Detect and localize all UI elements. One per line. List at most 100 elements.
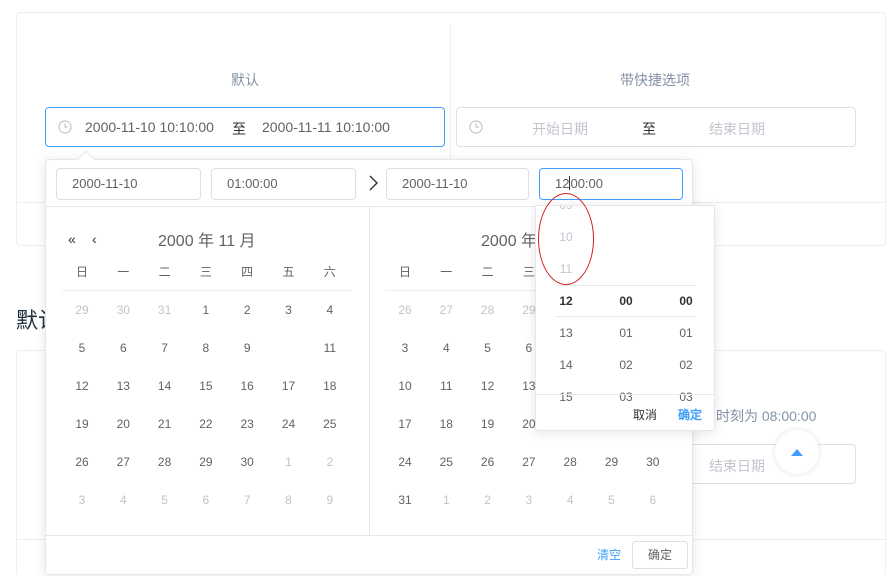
spinner-item[interactable]: 03: [596, 390, 656, 404]
calendar-day[interactable]: 14: [145, 374, 185, 398]
calendar-day[interactable]: 16: [227, 374, 267, 398]
range-start-value[interactable]: 2000-11-10 10:10:00: [85, 119, 214, 135]
calendar-day[interactable]: 29: [186, 450, 226, 474]
confirm-button[interactable]: 确定: [632, 541, 688, 569]
calendar-day[interactable]: 10: [269, 336, 309, 360]
calendar-day[interactable]: 11: [426, 374, 466, 398]
calendar-day[interactable]: 4: [426, 336, 466, 360]
calendar-day[interactable]: 1: [186, 298, 226, 322]
calendar-day[interactable]: 19: [62, 412, 102, 436]
calendar-day[interactable]: 24: [269, 412, 309, 436]
calendar-day[interactable]: 3: [509, 488, 549, 512]
spinner-item[interactable]: 15: [536, 390, 596, 404]
calendar-day[interactable]: 30: [633, 450, 673, 474]
clear-button[interactable]: 清空: [597, 546, 621, 563]
end-date-placeholder[interactable]: 结束日期: [709, 456, 765, 476]
calendar-day[interactable]: 20: [103, 412, 143, 436]
calendar-day[interactable]: 3: [269, 298, 309, 322]
calendar-day[interactable]: 30: [103, 298, 143, 322]
calendar-day[interactable]: 9: [227, 336, 267, 360]
spinner-item[interactable]: 03: [656, 390, 714, 404]
range-end-value[interactable]: 2000-11-11 10:10:00: [262, 119, 390, 135]
calendar-day[interactable]: 30: [227, 450, 267, 474]
spinner-item[interactable]: 14: [536, 358, 596, 372]
calendar-day[interactable]: 5: [468, 336, 508, 360]
calendar-day[interactable]: 18: [426, 412, 466, 436]
spinner-item[interactable]: 01: [656, 326, 714, 340]
calendar-day[interactable]: 27: [426, 298, 466, 322]
calendar-day[interactable]: 17: [385, 412, 425, 436]
calendar-day[interactable]: 22: [186, 412, 226, 436]
calendar-day[interactable]: 29: [592, 450, 632, 474]
spinner-confirm-button[interactable]: 确定: [678, 406, 702, 423]
calendar-day[interactable]: 3: [62, 488, 102, 512]
calendar-day[interactable]: 28: [468, 298, 508, 322]
calendar-day[interactable]: 25: [426, 450, 466, 474]
prev-year-button[interactable]: «: [68, 231, 76, 247]
calendar-day[interactable]: 8: [269, 488, 309, 512]
calendar-day[interactable]: 6: [186, 488, 226, 512]
calendar-day[interactable]: 24: [385, 450, 425, 474]
calendar-day[interactable]: 11: [310, 336, 350, 360]
spinner-item[interactable]: 12: [536, 294, 596, 308]
end-date-input[interactable]: 2000-11-10: [386, 168, 529, 200]
calendar-day[interactable]: 1: [426, 488, 466, 512]
calendar-day[interactable]: 31: [145, 298, 185, 322]
calendar-day[interactable]: 17: [269, 374, 309, 398]
calendar-day[interactable]: 2: [468, 488, 508, 512]
calendar-day[interactable]: 28: [145, 450, 185, 474]
calendar-day[interactable]: 15: [186, 374, 226, 398]
start-date-placeholder[interactable]: 开始日期: [532, 119, 588, 139]
calendar-day[interactable]: 7: [227, 488, 267, 512]
calendar-day[interactable]: 29: [62, 298, 102, 322]
calendar-day[interactable]: 12: [468, 374, 508, 398]
calendar-day[interactable]: 10: [385, 374, 425, 398]
calendar-day[interactable]: 8: [186, 336, 226, 360]
calendar-day[interactable]: 27: [103, 450, 143, 474]
start-date-input[interactable]: 2000-11-10: [56, 168, 201, 200]
calendar-day[interactable]: 7: [145, 336, 185, 360]
spinner-item[interactable]: 02: [596, 358, 656, 372]
calendar-day[interactable]: 1: [269, 450, 309, 474]
shortcut-range-input[interactable]: 开始日期 至 结束日期: [456, 107, 856, 147]
calendar-day[interactable]: 5: [145, 488, 185, 512]
weekday-label: 一: [117, 265, 130, 279]
calendar-day[interactable]: 4: [310, 298, 350, 322]
calendar-day[interactable]: 26: [62, 450, 102, 474]
calendar-day[interactable]: 21: [145, 412, 185, 436]
calendar-day[interactable]: 27: [509, 450, 549, 474]
end-date-placeholder[interactable]: 结束日期: [709, 119, 765, 139]
calendar-day[interactable]: 25: [310, 412, 350, 436]
calendar-day[interactable]: 23: [227, 412, 267, 436]
calendar-day[interactable]: 13: [103, 374, 143, 398]
calendar-day[interactable]: 31: [385, 488, 425, 512]
spinner-item[interactable]: 02: [656, 358, 714, 372]
spinner-item[interactable]: 00: [596, 294, 656, 308]
calendar-day[interactable]: 2: [310, 450, 350, 474]
datetime-range-input[interactable]: 2000-11-10 10:10:00 至 2000-11-11 10:10:0…: [45, 107, 445, 147]
calendar-day[interactable]: 6: [633, 488, 673, 512]
calendar-day[interactable]: 6: [103, 336, 143, 360]
spinner-cancel-button[interactable]: 取消: [633, 406, 657, 423]
calendar-day[interactable]: 2: [227, 298, 267, 322]
prev-month-button[interactable]: ‹: [92, 231, 97, 247]
calendar-day[interactable]: 4: [550, 488, 590, 512]
calendar-day[interactable]: 28: [550, 450, 590, 474]
calendar-day[interactable]: 4: [103, 488, 143, 512]
calendar-day[interactable]: 26: [468, 450, 508, 474]
calendar-day[interactable]: 3: [385, 336, 425, 360]
spinner-item[interactable]: 00: [656, 294, 714, 308]
calendar-day[interactable]: 9: [310, 488, 350, 512]
back-to-top-button[interactable]: [775, 430, 819, 474]
spinner-item[interactable]: 01: [596, 326, 656, 340]
spinner-selection-top: [556, 285, 696, 286]
start-time-input[interactable]: 01:00:00: [211, 168, 356, 200]
calendar-day[interactable]: 5: [62, 336, 102, 360]
calendar-day[interactable]: 19: [468, 412, 508, 436]
calendar-day[interactable]: 12: [62, 374, 102, 398]
calendar-day[interactable]: 26: [385, 298, 425, 322]
calendar-day[interactable]: 5: [592, 488, 632, 512]
block-title-default: 默认: [231, 72, 259, 88]
calendar-day[interactable]: 18: [310, 374, 350, 398]
spinner-item[interactable]: 13: [536, 326, 596, 340]
